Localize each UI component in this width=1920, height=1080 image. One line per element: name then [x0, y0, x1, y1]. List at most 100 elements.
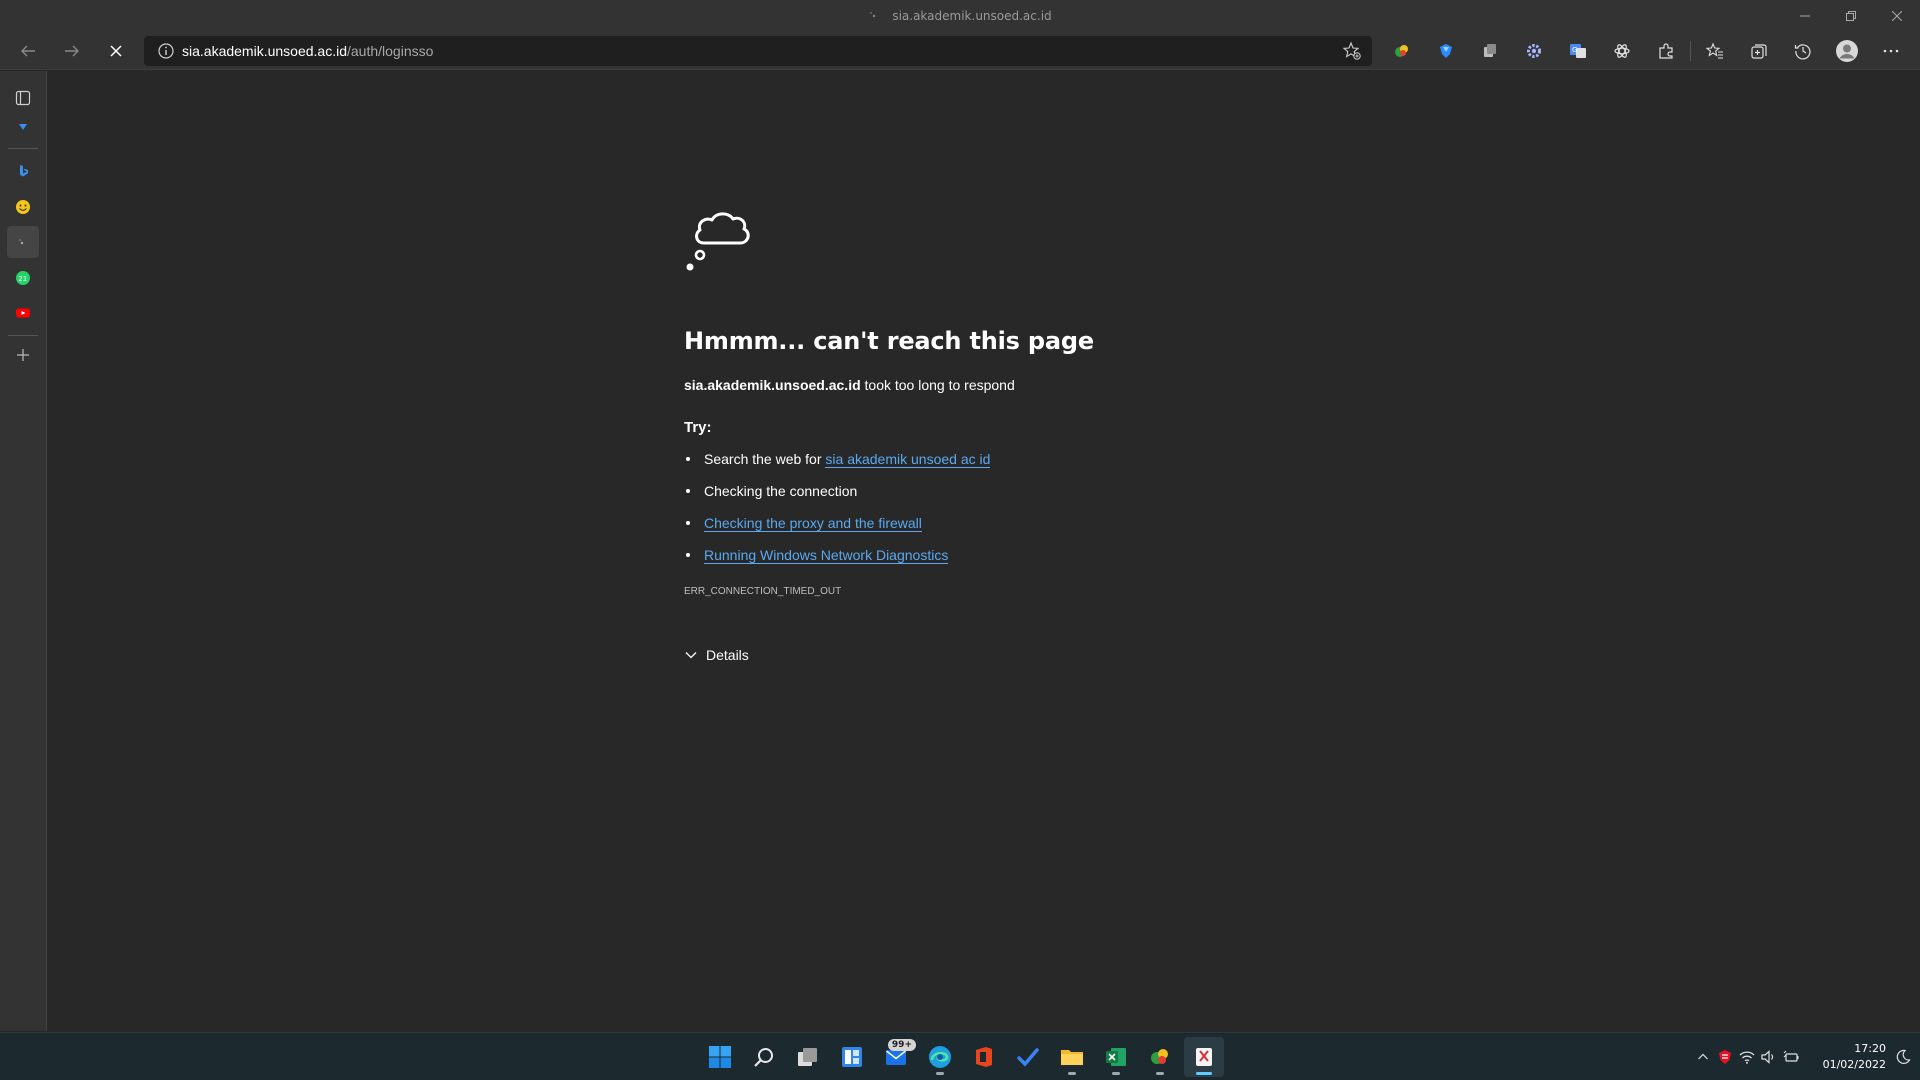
restore-icon — [1846, 11, 1856, 21]
chevron-up-icon — [1698, 1053, 1708, 1060]
svg-text:G: G — [1572, 46, 1577, 54]
sidebar-tab-2[interactable] — [7, 191, 39, 223]
window-title: sia.akademik.unsoed.ac.id — [892, 9, 1052, 23]
shield-red-icon — [1719, 1050, 1731, 1064]
translate-icon: G — [1570, 44, 1586, 58]
widgets-button[interactable] — [832, 1037, 872, 1077]
colorful-app[interactable] — [1140, 1037, 1180, 1077]
start-button[interactable] — [700, 1037, 740, 1077]
wifi-button[interactable] — [1736, 1037, 1758, 1077]
excel-app[interactable] — [1096, 1037, 1136, 1077]
sidebar-tab-1[interactable] — [7, 111, 39, 143]
sidebar-tab-bing[interactable] — [7, 155, 39, 187]
url-text[interactable]: sia.akademik.unsoed.ac.id/auth/loginsso — [182, 43, 433, 59]
edge-app[interactable] — [920, 1037, 960, 1077]
tab-panel-icon — [15, 90, 31, 106]
forward-button[interactable] — [56, 35, 88, 67]
system-clock[interactable]: 17:20 01/02/2022 — [1808, 1041, 1886, 1073]
todo-app[interactable] — [1008, 1037, 1048, 1077]
wifi-icon — [1739, 1051, 1755, 1064]
favorites-icon — [1706, 42, 1723, 59]
sidebar-tab-current[interactable] — [7, 226, 39, 258]
extension-button-2[interactable] — [1424, 35, 1468, 67]
search-web-link[interactable]: sia akademik unsoed ac id — [825, 451, 991, 468]
copy-icon — [1484, 44, 1496, 57]
collections-button[interactable] — [1737, 35, 1781, 67]
tab-actions-button[interactable] — [7, 82, 39, 114]
details-label: Details — [706, 647, 749, 663]
sidebar-separator — [8, 148, 38, 149]
puzzle-icon — [1659, 43, 1673, 59]
extension-button-3[interactable] — [1468, 35, 1512, 67]
error-description: sia.akademik.unsoed.ac.id took too long … — [684, 377, 1484, 393]
office-app[interactable] — [964, 1037, 1004, 1077]
toolbar-separator — [1690, 41, 1691, 61]
url-host: sia.akademik.unsoed.ac.id — [182, 43, 347, 59]
add-favorite-button[interactable] — [1340, 39, 1364, 63]
volume-button[interactable] — [1758, 1037, 1780, 1077]
suggestion-search-prefix: Search the web for — [704, 451, 826, 467]
title-bar: sia.akademik.unsoed.ac.id — [0, 0, 1920, 32]
battery-button[interactable] — [1780, 1037, 1802, 1077]
whatsapp-icon: 21 — [16, 271, 30, 285]
arrow-right-icon — [65, 45, 79, 57]
edge-icon — [929, 1046, 951, 1068]
close-icon — [110, 45, 122, 57]
error-host: sia.akademik.unsoed.ac.id — [684, 377, 861, 393]
task-view-button[interactable] — [788, 1037, 828, 1077]
gear-icon — [1527, 44, 1541, 58]
focus-assist-button[interactable] — [1886, 1037, 1920, 1077]
new-tab-button[interactable] — [7, 339, 39, 371]
history-icon — [1794, 44, 1811, 60]
site-info-button[interactable] — [150, 36, 182, 66]
tray-app-icon[interactable] — [1714, 1037, 1736, 1077]
taskbar: 99+ 17:20 01/02/2022 — [0, 1032, 1920, 1080]
running-indicator — [936, 1072, 944, 1075]
shield-blue-icon — [19, 124, 27, 130]
network-diagnostics-link[interactable]: Running Windows Network Diagnostics — [704, 547, 949, 564]
settings-more-button[interactable] — [1869, 35, 1913, 67]
history-button[interactable] — [1781, 35, 1825, 67]
sidebar-tab-whatsapp[interactable]: 21 — [7, 262, 39, 294]
error-title: Hmmm... can't reach this page — [684, 327, 1094, 355]
clock-date: 01/02/2022 — [1822, 1058, 1886, 1071]
suggestion-search: Search the web for sia akademik unsoed a… — [684, 450, 1484, 482]
windows-logo-icon — [709, 1046, 731, 1068]
info-icon — [158, 43, 174, 59]
stop-loading-button[interactable] — [100, 35, 132, 67]
extensions-button[interactable] — [1644, 35, 1688, 67]
extensions-area: G — [1380, 35, 1913, 67]
details-toggle[interactable]: Details — [684, 647, 784, 663]
battery-charging-icon — [1783, 1050, 1799, 1062]
snipping-tool-app[interactable] — [1184, 1037, 1224, 1077]
close-window-button[interactable] — [1874, 0, 1920, 32]
minimize-button[interactable] — [1782, 0, 1828, 32]
proxy-firewall-link[interactable]: Checking the proxy and the firewall — [704, 515, 922, 532]
address-bar[interactable]: sia.akademik.unsoed.ac.id/auth/loginsso — [144, 36, 1372, 66]
checkmark-icon — [1017, 1048, 1039, 1067]
extension-button-6[interactable] — [1600, 35, 1644, 67]
restore-button[interactable] — [1828, 0, 1874, 32]
browser-toolbar: sia.akademik.unsoed.ac.id/auth/loginsso … — [0, 32, 1920, 70]
favorites-button[interactable] — [1693, 35, 1737, 67]
back-button[interactable] — [12, 35, 44, 67]
star-add-icon — [1342, 41, 1361, 60]
file-explorer-app[interactable] — [1052, 1037, 1092, 1077]
error-panel: Hmmm... can't reach this page sia.akadem… — [684, 201, 1484, 663]
show-hidden-icons-button[interactable] — [1692, 1037, 1714, 1077]
extension-button-5[interactable]: G — [1556, 35, 1600, 67]
loading-icon — [868, 10, 880, 22]
plus-icon — [17, 349, 29, 361]
extension-button-4[interactable] — [1512, 35, 1556, 67]
suggestion-proxy: Checking the proxy and the firewall — [684, 514, 1484, 546]
search-button[interactable] — [744, 1037, 784, 1077]
extension-button-1[interactable] — [1380, 35, 1424, 67]
search-icon — [754, 1048, 773, 1067]
profile-button[interactable] — [1825, 35, 1869, 67]
running-indicator — [1112, 1072, 1120, 1075]
sidebar-tab-youtube[interactable] — [7, 297, 39, 329]
running-indicator — [1156, 1072, 1164, 1075]
mail-app[interactable]: 99+ — [876, 1037, 916, 1077]
close-icon — [1892, 11, 1902, 21]
sidebar-separator — [8, 335, 38, 336]
